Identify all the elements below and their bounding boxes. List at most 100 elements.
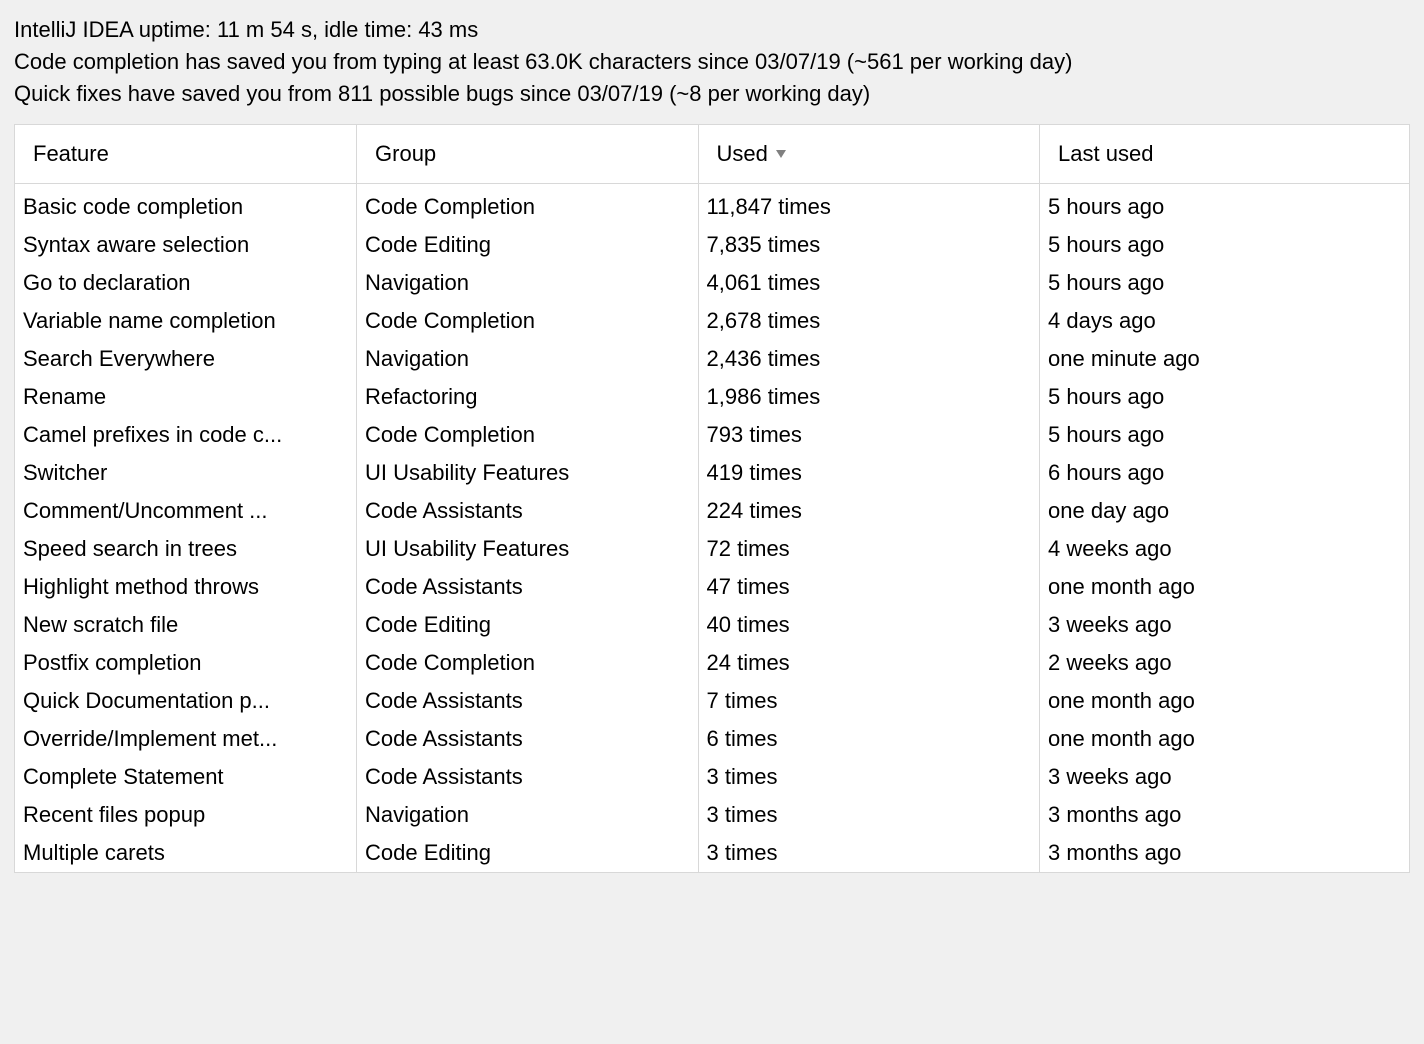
cell-last-used: 5 hours ago [1040, 264, 1409, 302]
cell-group: Code Editing [357, 606, 699, 644]
cell-last-used: 4 days ago [1040, 302, 1409, 340]
table-row[interactable]: Search EverywhereNavigation2,436 timeson… [15, 340, 1409, 378]
cell-group: UI Usability Features [357, 530, 699, 568]
cell-last-used: one month ago [1040, 720, 1409, 758]
cell-group: Code Assistants [357, 492, 699, 530]
cell-group: Navigation [357, 796, 699, 834]
table-row[interactable]: RenameRefactoring1,986 times5 hours ago [15, 378, 1409, 416]
column-header-last-used[interactable]: Last used [1040, 125, 1409, 184]
cell-last-used: 5 hours ago [1040, 226, 1409, 264]
cell-last-used: one month ago [1040, 682, 1409, 720]
cell-used: 11,847 times [698, 183, 1040, 226]
quickfix-savings-line: Quick fixes have saved you from 811 poss… [14, 78, 1410, 110]
cell-last-used: 5 hours ago [1040, 416, 1409, 454]
cell-feature: Multiple carets [15, 834, 357, 872]
cell-last-used: 3 months ago [1040, 796, 1409, 834]
cell-feature: Postfix completion [15, 644, 357, 682]
cell-used: 40 times [698, 606, 1040, 644]
table-row[interactable]: Multiple caretsCode Editing3 times3 mont… [15, 834, 1409, 872]
cell-group: Navigation [357, 264, 699, 302]
cell-used: 3 times [698, 834, 1040, 872]
cell-last-used: one month ago [1040, 568, 1409, 606]
cell-feature: Go to declaration [15, 264, 357, 302]
column-header-label: Last used [1058, 141, 1153, 167]
table-row[interactable]: Complete StatementCode Assistants3 times… [15, 758, 1409, 796]
completion-savings-line: Code completion has saved you from typin… [14, 46, 1410, 78]
cell-group: Code Assistants [357, 720, 699, 758]
cell-last-used: 4 weeks ago [1040, 530, 1409, 568]
cell-feature: Basic code completion [15, 183, 357, 226]
table-row[interactable]: New scratch fileCode Editing40 times3 we… [15, 606, 1409, 644]
table-row[interactable]: Variable name completionCode Completion2… [15, 302, 1409, 340]
cell-used: 24 times [698, 644, 1040, 682]
cell-group: Code Assistants [357, 568, 699, 606]
table-row[interactable]: Override/Implement met...Code Assistants… [15, 720, 1409, 758]
cell-last-used: one minute ago [1040, 340, 1409, 378]
table-row[interactable]: Syntax aware selectionCode Editing7,835 … [15, 226, 1409, 264]
cell-used: 7 times [698, 682, 1040, 720]
table-row[interactable]: Speed search in treesUI Usability Featur… [15, 530, 1409, 568]
cell-group: Code Completion [357, 644, 699, 682]
cell-used: 793 times [698, 416, 1040, 454]
cell-group: Refactoring [357, 378, 699, 416]
table-header-row: Feature Group Used [15, 125, 1409, 184]
table-row[interactable]: Camel prefixes in code c...Code Completi… [15, 416, 1409, 454]
cell-feature: New scratch file [15, 606, 357, 644]
cell-feature: Switcher [15, 454, 357, 492]
cell-group: Code Completion [357, 183, 699, 226]
cell-used: 72 times [698, 530, 1040, 568]
column-header-used[interactable]: Used [698, 125, 1040, 184]
stats-summary: IntelliJ IDEA uptime: 11 m 54 s, idle ti… [14, 14, 1410, 110]
cell-last-used: 3 months ago [1040, 834, 1409, 872]
cell-group: Code Assistants [357, 682, 699, 720]
cell-used: 3 times [698, 796, 1040, 834]
cell-feature: Comment/Uncomment ... [15, 492, 357, 530]
column-header-label: Used [717, 141, 768, 167]
cell-group: Navigation [357, 340, 699, 378]
cell-last-used: 5 hours ago [1040, 183, 1409, 226]
cell-used: 2,678 times [698, 302, 1040, 340]
cell-feature: Highlight method throws [15, 568, 357, 606]
table-row[interactable]: Quick Documentation p...Code Assistants7… [15, 682, 1409, 720]
table-row[interactable]: Comment/Uncomment ...Code Assistants224 … [15, 492, 1409, 530]
cell-used: 2,436 times [698, 340, 1040, 378]
table-row[interactable]: Postfix completionCode Completion24 time… [15, 644, 1409, 682]
cell-used: 6 times [698, 720, 1040, 758]
table-row[interactable]: Go to declarationNavigation4,061 times5 … [15, 264, 1409, 302]
feature-usage-table: Feature Group Used [15, 125, 1409, 872]
cell-last-used: 6 hours ago [1040, 454, 1409, 492]
cell-used: 1,986 times [698, 378, 1040, 416]
cell-last-used: 5 hours ago [1040, 378, 1409, 416]
cell-used: 4,061 times [698, 264, 1040, 302]
cell-feature: Camel prefixes in code c... [15, 416, 357, 454]
table-row[interactable]: SwitcherUI Usability Features419 times6 … [15, 454, 1409, 492]
column-header-feature[interactable]: Feature [15, 125, 357, 184]
cell-feature: Override/Implement met... [15, 720, 357, 758]
cell-feature: Syntax aware selection [15, 226, 357, 264]
cell-group: Code Editing [357, 226, 699, 264]
cell-used: 419 times [698, 454, 1040, 492]
cell-feature: Complete Statement [15, 758, 357, 796]
table-row[interactable]: Highlight method throwsCode Assistants47… [15, 568, 1409, 606]
cell-last-used: 3 weeks ago [1040, 758, 1409, 796]
uptime-line: IntelliJ IDEA uptime: 11 m 54 s, idle ti… [14, 14, 1410, 46]
column-header-label: Group [375, 141, 436, 167]
cell-group: Code Assistants [357, 758, 699, 796]
cell-group: UI Usability Features [357, 454, 699, 492]
cell-group: Code Editing [357, 834, 699, 872]
cell-feature: Recent files popup [15, 796, 357, 834]
cell-last-used: 2 weeks ago [1040, 644, 1409, 682]
cell-feature: Variable name completion [15, 302, 357, 340]
table-row[interactable]: Basic code completionCode Completion11,8… [15, 183, 1409, 226]
cell-used: 47 times [698, 568, 1040, 606]
cell-feature: Search Everywhere [15, 340, 357, 378]
column-header-group[interactable]: Group [357, 125, 699, 184]
cell-feature: Quick Documentation p... [15, 682, 357, 720]
sort-descending-icon [774, 148, 788, 160]
cell-used: 7,835 times [698, 226, 1040, 264]
feature-usage-table-wrapper: Feature Group Used [14, 124, 1410, 873]
cell-group: Code Completion [357, 416, 699, 454]
cell-used: 3 times [698, 758, 1040, 796]
cell-group: Code Completion [357, 302, 699, 340]
table-row[interactable]: Recent files popupNavigation3 times3 mon… [15, 796, 1409, 834]
